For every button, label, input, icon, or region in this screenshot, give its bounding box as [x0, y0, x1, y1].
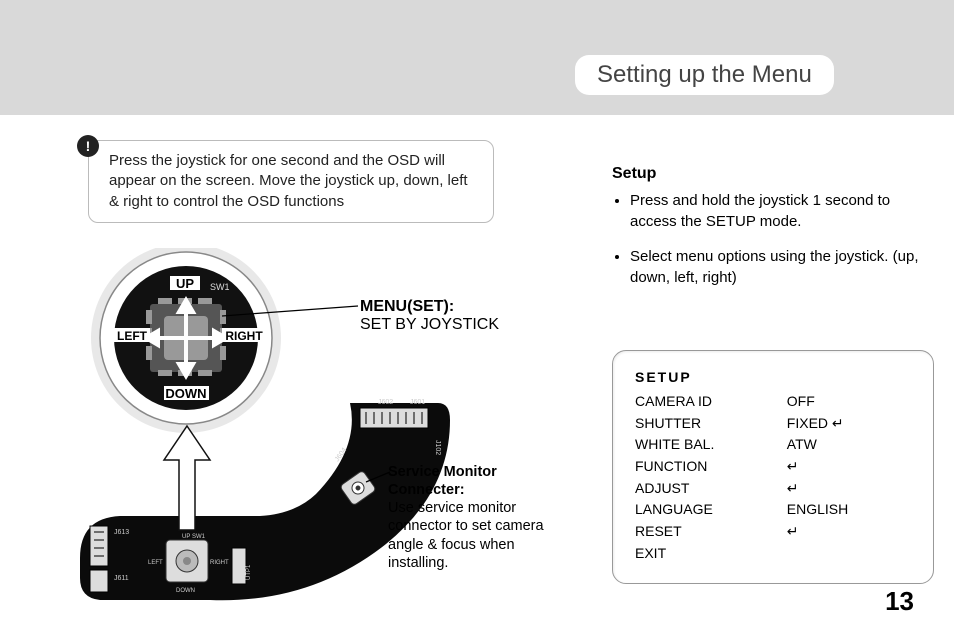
svg-text:LEFT: LEFT — [148, 560, 163, 566]
svg-text:RIGHT: RIGHT — [225, 329, 263, 343]
svg-text:SW1: SW1 — [192, 534, 206, 540]
osd-value: ↵ — [787, 478, 911, 500]
svg-text:J611: J611 — [114, 575, 129, 582]
osd-panel: SETUP CAMERA IDOFF SHUTTERFIXED ↵ WHITE … — [612, 350, 934, 584]
osd-label: SHUTTER — [635, 413, 787, 435]
svg-text:DOWN: DOWN — [165, 386, 206, 401]
list-item: Press and hold the joystick 1 second to … — [630, 190, 930, 232]
menu-set-title: MENU(SET): — [360, 298, 454, 315]
svg-text:UTP1: UTP1 — [246, 564, 252, 580]
menu-set-label: MENU(SET): SET BY JOYSTICK — [360, 298, 499, 334]
svg-text:DOWN: DOWN — [176, 588, 195, 594]
svg-text:UP: UP — [176, 276, 194, 291]
svg-text:LEFT: LEFT — [117, 329, 148, 343]
svg-text:J102: J102 — [434, 440, 441, 455]
osd-label: FUNCTION — [635, 456, 787, 478]
osd-value: FIXED ↵ — [787, 413, 911, 435]
osd-label: CAMERA ID — [635, 391, 787, 413]
diagram: UP SW1 DOWN LEFT RIGHT J602 J601 J102 J6… — [60, 248, 530, 618]
osd-label: ADJUST — [635, 478, 787, 500]
osd-label: EXIT — [635, 543, 787, 565]
setup-heading: Setup — [612, 165, 656, 183]
osd-label: LANGUAGE — [635, 499, 787, 521]
svc-text: Use service monitor connector to set cam… — [388, 500, 544, 570]
osd-value: ↵ — [787, 521, 911, 543]
note-box: ! Press the joystick for one second and … — [88, 140, 494, 223]
osd-value: ATW — [787, 434, 911, 456]
service-monitor-label: Service Monitor Connecter: Use service m… — [388, 463, 558, 572]
osd-label: WHITE BAL. — [635, 434, 787, 456]
svg-text:SW1: SW1 — [210, 282, 230, 292]
note-text: Press the joystick for one second and th… — [109, 152, 468, 210]
svc-title: Service Monitor Connecter: — [388, 464, 497, 498]
osd-value: OFF — [787, 391, 911, 413]
svg-text:J613: J613 — [114, 529, 129, 536]
osd-label: RESET — [635, 521, 787, 543]
page-number: 13 — [885, 586, 914, 617]
svg-text:J601: J601 — [410, 399, 425, 406]
menu-set-sub: SET BY JOYSTICK — [360, 316, 499, 333]
list-item: Select menu options using the joystick. … — [630, 246, 930, 288]
info-icon: ! — [77, 135, 99, 157]
page-title: Setting up the Menu — [575, 55, 834, 95]
osd-grid: CAMERA IDOFF SHUTTERFIXED ↵ WHITE BAL.AT… — [635, 391, 911, 565]
svg-text:UP: UP — [182, 534, 190, 540]
setup-list: Press and hold the joystick 1 second to … — [612, 190, 930, 302]
osd-title: SETUP — [635, 369, 911, 385]
osd-value: ↵ — [787, 456, 911, 478]
svg-text:RIGHT: RIGHT — [210, 560, 229, 566]
svg-text:J602: J602 — [378, 399, 393, 406]
osd-value: ENGLISH — [787, 499, 911, 521]
osd-value — [787, 543, 911, 565]
